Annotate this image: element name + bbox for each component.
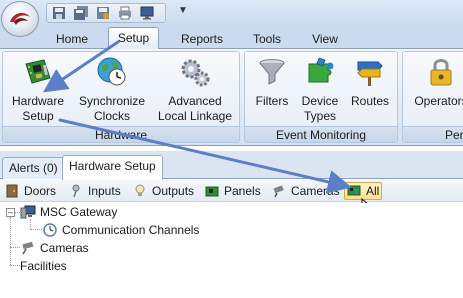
filters-button[interactable]: Filters xyxy=(251,55,293,109)
computer-icon xyxy=(20,205,36,219)
tree-node-label: MSC Gateway xyxy=(40,205,118,219)
save-all-icon[interactable] xyxy=(73,5,89,21)
tree-node-msc-gateway[interactable]: MSC Gateway xyxy=(20,204,117,220)
group-event-monitoring: Filters Device Types Routes Event Monito… xyxy=(244,51,398,143)
cameras-label: Cameras xyxy=(291,184,340,198)
padlock-icon xyxy=(424,55,458,89)
all-devices-icon xyxy=(347,184,361,198)
advanced-local-linkage-button[interactable]: Advanced Local Linkage xyxy=(153,55,237,124)
tree-node-label: Communication Channels xyxy=(62,223,200,237)
group-personnel-label: Per xyxy=(403,126,463,142)
routes-label: Routes xyxy=(350,94,390,108)
operators-button[interactable]: Operators xyxy=(411,55,463,109)
signpost-icon xyxy=(353,55,387,89)
save-copy-icon[interactable] xyxy=(95,5,111,21)
chevron-down-icon[interactable]: ▼ xyxy=(178,5,188,16)
channel-clock-icon xyxy=(42,223,58,237)
routes-button[interactable]: Routes xyxy=(347,55,393,109)
inputs-filter[interactable]: Inputs xyxy=(67,182,123,200)
synchronize-clocks-button[interactable]: Synchronize Clocks xyxy=(77,55,147,124)
inputs-label: Inputs xyxy=(88,184,121,198)
advanced-local-linkage-label-2: Local Linkage xyxy=(157,109,233,123)
tree-node-facilities[interactable]: Facilities xyxy=(20,258,67,274)
panels-label: Panels xyxy=(224,184,261,198)
tab-reports[interactable]: Reports xyxy=(170,30,234,48)
camera-icon xyxy=(272,184,286,198)
tree-node-cameras[interactable]: Cameras xyxy=(20,240,89,256)
device-types-label-1: Device xyxy=(301,94,339,108)
synchronize-clocks-label-1: Synchronize xyxy=(78,94,146,108)
doors-filter[interactable]: Doors xyxy=(3,182,58,200)
filters-label: Filters xyxy=(255,94,289,108)
door-icon xyxy=(5,184,19,198)
application-menu-button[interactable] xyxy=(1,1,39,37)
tree-node-label: Facilities xyxy=(20,259,67,273)
save-icon[interactable] xyxy=(51,5,67,21)
device-types-button[interactable]: Device Types xyxy=(297,55,343,124)
funnel-icon xyxy=(255,55,289,89)
circuit-board-icon xyxy=(21,55,55,89)
camera-icon xyxy=(20,241,36,255)
hardware-setup-label-1: Hardware xyxy=(11,94,65,108)
tab-view[interactable]: View xyxy=(300,30,350,48)
document-tab-strip: Alerts (0) Hardware Setup xyxy=(0,151,463,180)
tab-home[interactable]: Home xyxy=(44,30,100,48)
panels-filter[interactable]: Panels xyxy=(203,182,263,200)
cameras-filter[interactable]: Cameras xyxy=(270,182,342,200)
doors-label: Doors xyxy=(24,184,57,198)
operators-label: Operators xyxy=(414,94,463,108)
device-types-label-2: Types xyxy=(303,109,336,123)
quick-access-toolbar xyxy=(46,3,166,23)
group-hardware: Hardware Setup Synchronize Clocks Advanc… xyxy=(2,51,240,143)
app-logo-icon xyxy=(10,12,30,25)
monitor-icon[interactable] xyxy=(139,5,155,21)
gears-icon xyxy=(178,55,212,89)
group-event-monitoring-label: Event Monitoring xyxy=(245,126,397,142)
ribbon-panel: Hardware Setup Synchronize Clocks Advanc… xyxy=(0,48,463,146)
outputs-label: Outputs xyxy=(152,184,195,198)
collapse-toggle[interactable]: – xyxy=(6,208,15,217)
tab-alerts[interactable]: Alerts (0) xyxy=(2,157,65,179)
outputs-filter[interactable]: Outputs xyxy=(131,182,196,200)
tree-node-communication-channels[interactable]: Communication Channels xyxy=(42,222,199,238)
group-personnel: Operators Per xyxy=(402,51,463,143)
hardware-tree: – MSC Gateway Communication Channels Cam… xyxy=(0,203,463,298)
hardware-setup-label-2: Setup xyxy=(22,109,54,123)
tab-hardware-setup[interactable]: Hardware Setup xyxy=(62,155,163,180)
tab-setup[interactable]: Setup xyxy=(108,27,159,49)
group-hardware-label: Hardware xyxy=(3,126,239,142)
synchronize-clocks-label-2: Clocks xyxy=(93,109,130,123)
device-filter-toolbar: Doors Inputs Outputs Panels Cameras All xyxy=(0,180,463,217)
print-icon[interactable] xyxy=(117,5,133,21)
tab-tools[interactable]: Tools xyxy=(243,30,291,48)
lightbulb-icon xyxy=(133,184,147,198)
panel-board-icon xyxy=(205,184,219,198)
globe-clock-icon xyxy=(95,55,129,89)
input-pin-icon xyxy=(69,184,83,198)
puzzle-icon xyxy=(303,55,337,89)
tree-node-label: Cameras xyxy=(40,241,89,255)
hardware-setup-button[interactable]: Hardware Setup xyxy=(5,55,71,124)
advanced-local-linkage-label-1: Advanced xyxy=(168,94,222,108)
all-label: All xyxy=(366,184,380,198)
